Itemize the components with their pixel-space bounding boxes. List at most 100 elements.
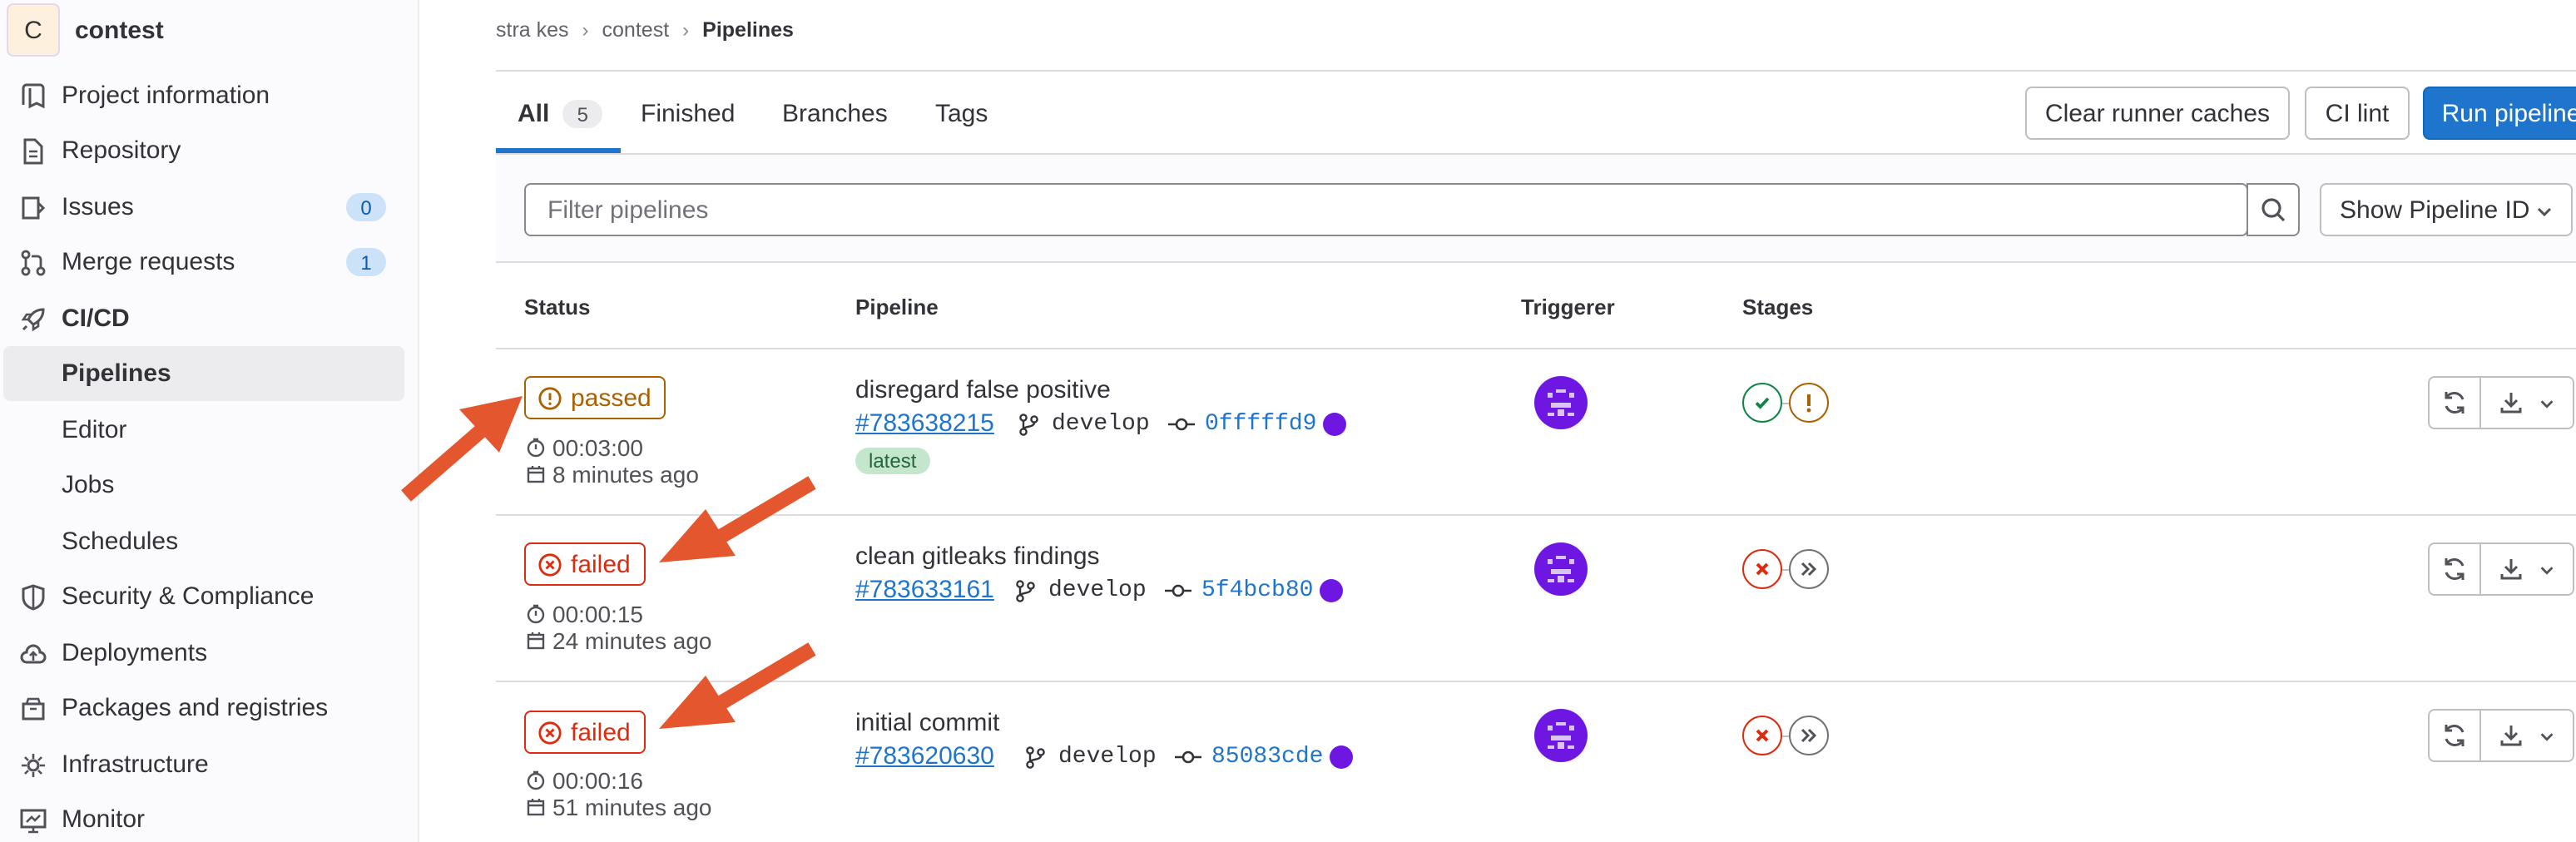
avatar-pattern-icon xyxy=(1548,389,1574,416)
pipeline-key-select[interactable]: Show Pipeline ID xyxy=(2320,183,2573,236)
triggerer-avatar[interactable] xyxy=(1534,376,1588,429)
sidebar-item-schedules[interactable]: Schedules xyxy=(0,514,419,569)
select-value: Show Pipeline ID xyxy=(2340,196,2530,224)
merge-request-icon xyxy=(21,250,46,276)
sidebar-item-jobs[interactable]: Jobs xyxy=(0,458,419,513)
pipeline-id-link[interactable]: #783638215 xyxy=(855,409,994,438)
commit-sha-link[interactable]: 0fffffd9 xyxy=(1168,411,1316,438)
status-badge[interactable]: passed xyxy=(524,376,666,419)
breadcrumb-group[interactable]: stra kes xyxy=(496,18,569,42)
sidebar-item-infrastructure[interactable]: Infrastructure xyxy=(0,737,419,792)
download-icon xyxy=(2500,559,2522,580)
ci-lint-button[interactable]: CI lint xyxy=(2305,87,2410,140)
sidebar-item-project-information[interactable]: Project information xyxy=(0,68,419,123)
branch-icon xyxy=(1019,414,1038,436)
commit-icon xyxy=(1168,418,1195,431)
annotation-arrow-icon xyxy=(401,396,523,502)
chevron-down-icon xyxy=(2540,732,2554,740)
branch-name: develop xyxy=(1048,577,1147,604)
tab-label: Finished xyxy=(641,100,736,128)
branch-ref[interactable]: develop xyxy=(1018,411,1150,438)
status-label: failed xyxy=(571,550,631,578)
calendar-icon xyxy=(527,799,545,816)
retry-pipeline-button[interactable] xyxy=(2428,542,2481,596)
issues-count-badge: 0 xyxy=(346,193,386,221)
sidebar-item-issues[interactable]: Issues 0 xyxy=(0,180,419,235)
stage-failed-icon[interactable] xyxy=(1742,549,1782,589)
retry-pipeline-button[interactable] xyxy=(2428,376,2481,429)
triggerer-avatar[interactable] xyxy=(1534,709,1588,762)
commit-sha-link[interactable]: 85083cde xyxy=(1175,744,1323,770)
commit-title[interactable]: initial commit xyxy=(855,709,999,737)
tab-tags[interactable]: Tags xyxy=(935,100,988,128)
stage-warning-icon[interactable] xyxy=(1789,383,1829,423)
retry-pipeline-button[interactable] xyxy=(2428,709,2481,762)
rocket-icon xyxy=(21,308,45,332)
pipeline-id-link[interactable]: #783620630 xyxy=(855,742,994,770)
branch-name: develop xyxy=(1052,411,1150,438)
status-badge[interactable]: failed xyxy=(524,711,646,754)
breadcrumb: stra kes › contest › Pipelines xyxy=(496,18,794,42)
duration: 00:00:15 xyxy=(526,601,643,627)
clear-runner-caches-button[interactable]: Clear runner caches xyxy=(2025,87,2290,140)
cloud-deploy-icon xyxy=(20,644,47,664)
sidebar-item-merge-requests[interactable]: Merge requests 1 xyxy=(0,235,419,290)
triggerer-avatar[interactable] xyxy=(1534,542,1588,596)
stage-skipped-icon[interactable] xyxy=(1789,549,1829,589)
sidebar-item-label: Merge requests xyxy=(62,248,235,276)
status-label: failed xyxy=(571,718,631,746)
tab-finished[interactable]: Finished xyxy=(641,100,735,128)
tab-branches[interactable]: Branches xyxy=(782,100,888,128)
sidebar-item-deployments[interactable]: Deployments xyxy=(0,626,419,681)
timer-icon xyxy=(527,604,545,624)
sidebar-item-repository[interactable]: Repository xyxy=(0,123,419,178)
commit-title[interactable]: disregard false positive xyxy=(855,376,1111,404)
commit-author-avatar[interactable] xyxy=(1330,745,1353,769)
breadcrumb-current[interactable]: Pipelines xyxy=(702,18,794,42)
avatar-pattern-icon xyxy=(1548,722,1574,749)
project-header[interactable]: C contest xyxy=(7,3,164,57)
chevron-down-icon xyxy=(2537,207,2552,217)
download-artifacts-dropdown[interactable] xyxy=(2479,709,2574,762)
pipeline-id-link[interactable]: #783633161 xyxy=(855,576,994,604)
sidebar-item-pipelines[interactable]: Pipelines xyxy=(3,346,404,401)
duration-value: 00:00:16 xyxy=(552,767,643,794)
download-icon xyxy=(2500,726,2522,746)
sidebar-item-monitor[interactable]: Monitor xyxy=(0,792,419,842)
infrastructure-icon xyxy=(22,754,45,777)
sidebar-item-label: Jobs xyxy=(62,471,115,499)
stage-failed-icon[interactable] xyxy=(1742,716,1782,755)
download-artifacts-dropdown[interactable] xyxy=(2479,376,2574,429)
duration: 00:00:16 xyxy=(526,767,643,794)
divider xyxy=(496,153,2576,155)
commit-author-avatar[interactable] xyxy=(1320,579,1343,602)
status-badge[interactable]: failed xyxy=(524,542,646,586)
stage-skipped-icon[interactable] xyxy=(1789,716,1829,755)
failed-icon xyxy=(538,721,562,744)
issues-icon xyxy=(22,196,46,220)
search-button[interactable] xyxy=(2247,183,2300,236)
timer-icon xyxy=(527,770,545,790)
commit-sha-link[interactable]: 5f4bcb80 xyxy=(1165,577,1313,604)
divider xyxy=(496,348,2576,349)
tab-all[interactable]: All 5 xyxy=(518,100,603,128)
sidebar-item-editor[interactable]: Editor xyxy=(0,403,419,458)
tab-label: All xyxy=(518,100,550,128)
commit-title[interactable]: clean gitleaks findings xyxy=(855,542,1100,571)
run-pipeline-button[interactable]: Run pipeline xyxy=(2423,87,2576,140)
chevron-right-icon: › xyxy=(682,18,690,42)
branch-ref[interactable]: develop xyxy=(1015,577,1147,604)
commit-sha: 5f4bcb80 xyxy=(1201,577,1314,604)
branch-ref[interactable]: develop xyxy=(1025,744,1157,770)
sidebar-item-label: Repository xyxy=(62,136,181,165)
branch-name: develop xyxy=(1058,744,1157,770)
filter-pipelines-input[interactable]: Filter pipelines xyxy=(524,183,2248,236)
chevron-right-icon: › xyxy=(582,18,589,42)
commit-author-avatar[interactable] xyxy=(1323,413,1346,436)
breadcrumb-project[interactable]: contest xyxy=(602,18,670,42)
sidebar-item-ci-cd[interactable]: CI/CD xyxy=(0,291,419,346)
sidebar-item-security-compliance[interactable]: Security & Compliance xyxy=(0,569,419,624)
stage-success-icon[interactable] xyxy=(1742,383,1782,423)
download-artifacts-dropdown[interactable] xyxy=(2479,542,2574,596)
sidebar-item-packages-registries[interactable]: Packages and registries xyxy=(0,681,419,736)
